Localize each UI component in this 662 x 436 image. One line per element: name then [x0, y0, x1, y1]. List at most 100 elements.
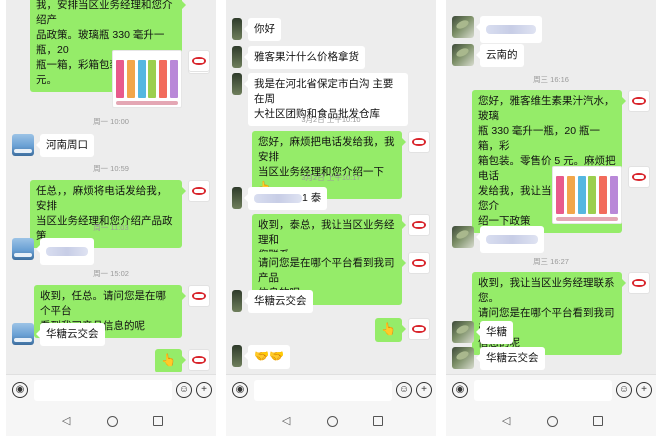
pointing-emoji: 👆 [161, 353, 176, 367]
timestamp: 3月2日 上午10:10 [301, 115, 361, 124]
message-input[interactable] [254, 380, 392, 401]
message-incoming: 🤝🤝 [232, 345, 296, 369]
chat-panel-1: 我，安排当区业务经理和您介绍产 品政策。玻璃瓶 330 毫升一瓶，20 瓶一箱，… [6, 0, 216, 436]
message-bubble-redacted[interactable] [476, 226, 544, 253]
message-list[interactable]: 云南的 周三 16:16 您好，雅客维生素果汁汽水，玻璃 瓶 330 毫升一瓶，… [446, 0, 656, 372]
brand-logo-avatar[interactable] [628, 166, 650, 188]
message-outgoing-image [106, 50, 210, 108]
back-icon[interactable]: ◁ [499, 415, 513, 427]
message-text: 请问您是在哪个平台看到我司产品 [258, 257, 395, 284]
voice-icon[interactable]: ◉ [452, 382, 468, 398]
recents-icon[interactable] [592, 416, 603, 426]
back-icon[interactable]: ◁ [279, 415, 293, 427]
message-text: 您好，雅客维生素果汁汽水，玻璃 [478, 95, 615, 122]
contact-avatar[interactable] [12, 134, 34, 156]
contact-avatar[interactable] [232, 290, 242, 312]
redacted-text [486, 234, 538, 244]
contact-avatar[interactable] [452, 321, 474, 343]
brand-logo-avatar[interactable] [188, 50, 210, 72]
redacted-text [46, 246, 88, 256]
contact-avatar[interactable] [12, 323, 34, 345]
contact-avatar[interactable] [452, 16, 474, 38]
voice-icon[interactable]: ◉ [12, 382, 28, 398]
product-poster-image[interactable] [112, 50, 182, 108]
message-incoming: 云南的 [452, 44, 530, 67]
plus-icon[interactable]: + [196, 382, 212, 398]
recents-icon[interactable] [372, 416, 383, 426]
message-bubble[interactable]: 华糖云交会 [476, 347, 545, 370]
message-list[interactable]: 你好 雅客果汁什么价格拿货 我是在河北省保定市白沟 主要在周 大社区团购和食品批… [226, 0, 436, 372]
timestamp: 周一 11:03 [93, 223, 129, 232]
message-bubble-redacted[interactable]: 1 泰 [243, 187, 328, 210]
message-incoming: 华糖云交会 [452, 347, 551, 370]
contact-avatar[interactable] [232, 46, 242, 68]
product-poster-image[interactable] [552, 166, 622, 224]
recents-icon[interactable] [152, 416, 163, 426]
timestamp: 周三 16:27 [533, 257, 569, 266]
chat-panel-2: 你好 雅客果汁什么价格拿货 我是在河北省保定市白沟 主要在周 大社区团购和食品批… [226, 0, 436, 436]
message-bubble[interactable]: 🤝🤝 [244, 345, 290, 369]
emoji-icon[interactable]: ☺ [616, 382, 632, 398]
plus-icon[interactable]: + [636, 382, 652, 398]
message-text: 我，安排当区业务经理和您介绍产 [36, 0, 173, 26]
message-bubble[interactable]: 👆 [155, 349, 186, 372]
message-bubble-redacted[interactable] [476, 16, 542, 43]
redacted-text [254, 193, 302, 203]
message-bubble[interactable]: 华糖 [476, 321, 513, 344]
message-bubble[interactable]: 👆 [375, 318, 406, 342]
message-outgoing: 👆 [369, 318, 430, 342]
message-list[interactable]: 我，安排当区业务经理和您介绍产 品政策。玻璃瓶 330 毫升一瓶，20 瓶一箱，… [6, 0, 216, 372]
brand-logo-avatar[interactable] [188, 285, 210, 307]
chat-input-bar: ◉ ☺ + [6, 374, 216, 406]
message-incoming: 河南周口 [12, 134, 100, 157]
contact-avatar[interactable] [232, 18, 242, 40]
redacted-text [486, 24, 536, 34]
message-outgoing: 👆 [149, 349, 210, 372]
brand-logo-avatar[interactable] [188, 349, 210, 371]
brand-logo-avatar[interactable] [628, 90, 650, 112]
message-input[interactable] [474, 380, 612, 401]
emoji-icon[interactable]: ☺ [176, 382, 192, 398]
message-incoming: 雅客果汁什么价格拿货 [232, 46, 371, 69]
message-bubble-redacted[interactable] [36, 238, 94, 265]
brand-logo-avatar[interactable] [408, 214, 430, 236]
brand-logo-avatar[interactable] [408, 318, 430, 340]
emoji-icon[interactable]: ☺ [396, 382, 412, 398]
message-bubble[interactable]: 雅客果汁什么价格拿货 [244, 46, 365, 69]
brand-logo-avatar[interactable] [188, 180, 210, 202]
contact-avatar[interactable] [232, 187, 242, 209]
contact-avatar[interactable] [12, 238, 34, 260]
message-incoming: 1 泰 [232, 187, 333, 210]
plus-icon[interactable]: + [416, 382, 432, 398]
back-icon[interactable]: ◁ [59, 415, 73, 427]
contact-avatar[interactable] [452, 347, 474, 369]
message-bubble[interactable]: 河南周口 [36, 134, 94, 157]
contact-avatar[interactable] [452, 44, 474, 66]
brand-logo-avatar[interactable] [628, 272, 650, 294]
message-incoming: 华糖云交会 [12, 323, 111, 346]
message-text: 瓶 330 毫升一瓶，20 瓶一箱，彩 [478, 125, 600, 152]
contact-avatar[interactable] [232, 73, 242, 95]
message-incoming [452, 226, 550, 253]
contact-avatar[interactable] [232, 345, 242, 367]
message-bubble[interactable]: 华糖云交会 [244, 290, 313, 313]
message-bubble[interactable]: 你好 [244, 18, 281, 41]
message-text: 收到，我让当区业务经理联系您。 [478, 277, 615, 304]
message-bubble[interactable]: 华糖云交会 [36, 323, 105, 346]
message-text: 您好，麻烦把电话发给我，我安排 [258, 136, 395, 163]
contact-avatar[interactable] [452, 226, 474, 248]
timestamp: 周一 10:59 [93, 164, 129, 173]
message-input[interactable] [34, 380, 172, 401]
message-text: 收到，泰总，我让当区业务经理和 [258, 219, 395, 246]
message-bubble[interactable]: 云南的 [476, 44, 524, 67]
voice-icon[interactable]: ◉ [232, 382, 248, 398]
brand-logo-avatar[interactable] [408, 252, 430, 274]
screenshot-collage: 我，安排当区业务经理和您介绍产 品政策。玻璃瓶 330 毫升一瓶，20 瓶一箱，… [0, 0, 662, 436]
message-incoming: 你好 [232, 18, 287, 41]
home-icon[interactable] [547, 415, 559, 427]
system-nav-bar: ◁ [446, 406, 656, 436]
home-icon[interactable] [107, 415, 119, 427]
home-icon[interactable] [327, 415, 339, 427]
brand-logo-avatar[interactable] [408, 131, 430, 153]
chat-input-bar: ◉ ☺ + [446, 374, 656, 406]
